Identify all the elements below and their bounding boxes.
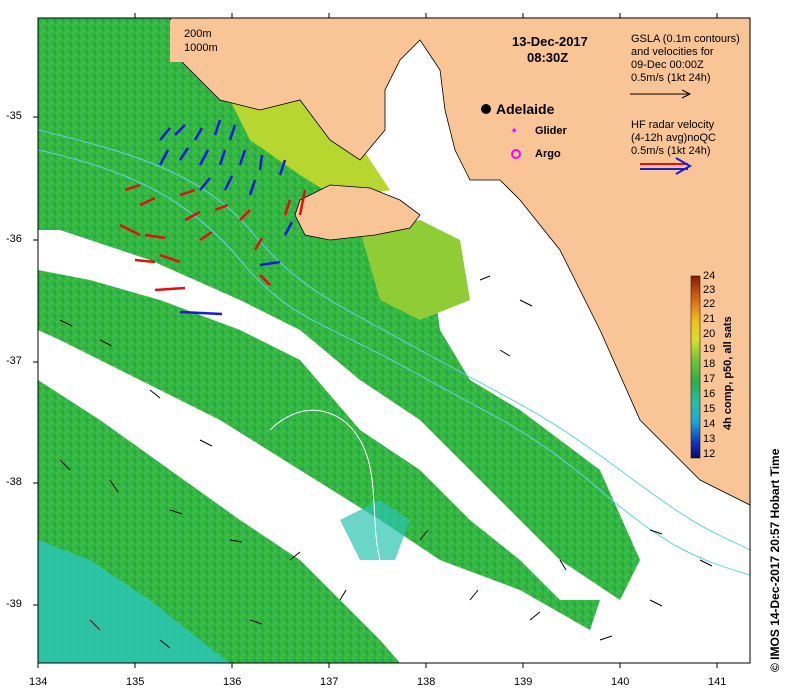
colorbar-tick-19: 19 [703, 343, 716, 355]
adelaide-label: Adelaide [496, 101, 555, 117]
colorbar-tick-17: 17 [703, 373, 716, 385]
colorbar [690, 275, 701, 459]
credit-text: © IMOS 14-Dec-2017 20:57 Hobart Time [768, 448, 782, 672]
scale-legend-box [170, 20, 232, 62]
colorbar-tick-20: 20 [703, 328, 716, 340]
x-tick-137: 137 [320, 676, 339, 688]
colorbar-tick-22: 22 [703, 298, 716, 310]
glider-label: Glider [535, 125, 567, 137]
colorbar-tick-16: 16 [703, 388, 716, 400]
hf-legend-line2: (4-12h avg)noQC [631, 132, 716, 144]
sst-map: ✦ [33, 13, 751, 668]
y-tick-35: -35 [6, 110, 22, 122]
gsla-legend-line2: and velocities for [631, 46, 714, 58]
gsla-legend-line3: 09-Dec 00:00Z [631, 59, 704, 71]
hf-legend-line1: HF radar velocity [631, 119, 715, 131]
gsla-legend-line4: 0.5m/s (1kt 24h) [631, 72, 711, 84]
x-tick-139: 139 [514, 676, 533, 688]
map-date: 13-Dec-2017 [512, 34, 588, 49]
argo-label: Argo [535, 148, 561, 160]
x-tick-135: 135 [126, 676, 145, 688]
colorbar-tick-18: 18 [703, 358, 716, 370]
gsla-legend-line1: GSLA (0.1m contours) [631, 33, 740, 45]
colorbar-tick-15: 15 [703, 403, 716, 415]
adelaide-marker [481, 104, 491, 114]
colorbar-tick-14: 14 [703, 418, 716, 430]
scale-label-200m: 200m [184, 28, 212, 40]
x-tick-134: 134 [29, 676, 48, 688]
x-tick-138: 138 [417, 676, 436, 688]
colorbar-tick-13: 13 [703, 433, 716, 445]
hf-legend-line3: 0.5m/s (1kt 24h) [631, 145, 711, 157]
y-tick-38: -38 [6, 476, 22, 488]
colorbar-tick-21: 21 [703, 313, 716, 325]
map-time: 08:30Z [527, 50, 569, 65]
colorbar-tick-24: 24 [703, 270, 716, 282]
y-tick-36: -36 [6, 233, 22, 245]
y-tick-39: -39 [6, 598, 22, 610]
colorbar-tick-12: 12 [703, 448, 716, 460]
x-tick-141: 141 [708, 676, 727, 688]
colorbar-title: 4h comp, p50, all sats [722, 316, 734, 430]
x-tick-136: 136 [223, 676, 242, 688]
y-tick-37: -37 [6, 355, 22, 367]
scale-label-1000m: 1000m [184, 42, 218, 54]
glider-marker: ✦ [510, 126, 518, 137]
colorbar-tick-23: 23 [703, 284, 716, 296]
x-tick-140: 140 [611, 676, 630, 688]
